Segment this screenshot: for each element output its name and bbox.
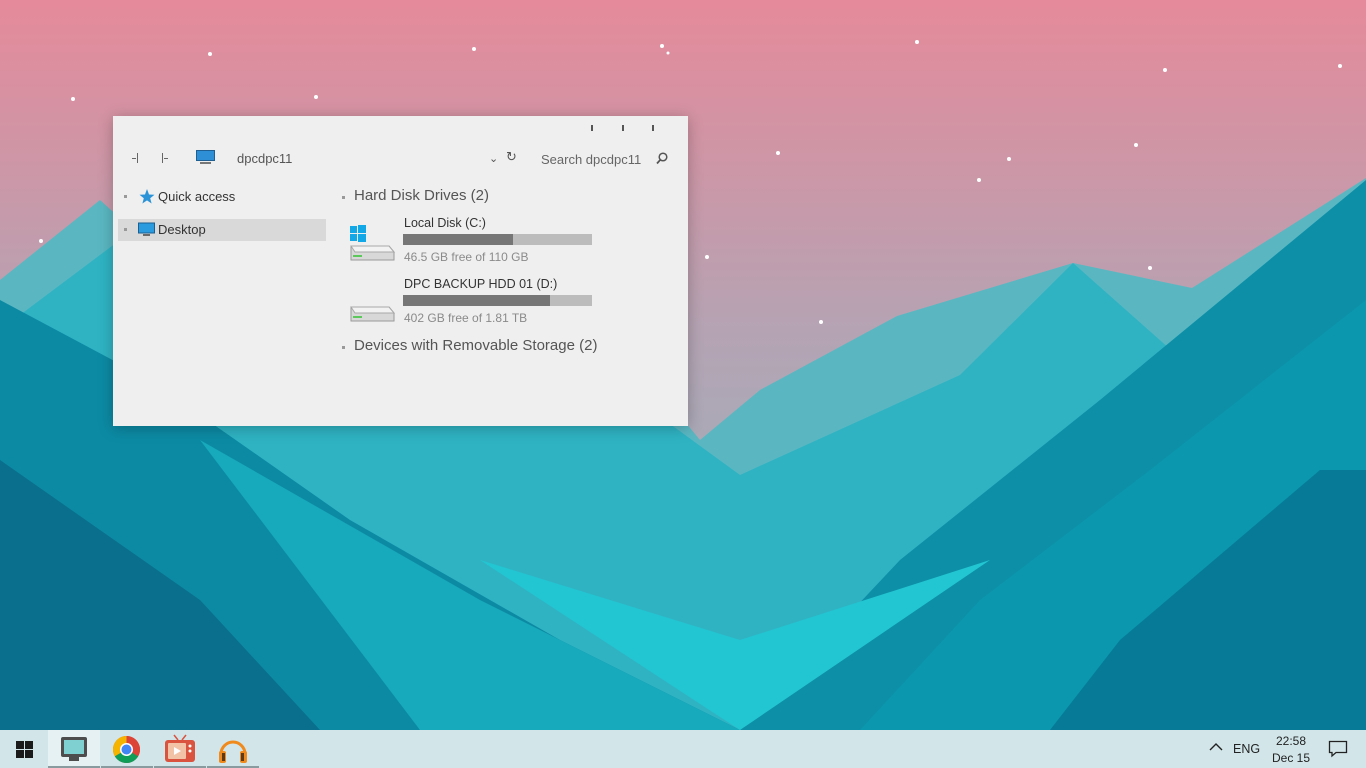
- search-input[interactable]: Search dpcdpc11: [541, 152, 641, 167]
- chrome-icon: [112, 736, 141, 764]
- taskbar-app-media-player[interactable]: [154, 730, 206, 768]
- hard-drive-icon: [350, 306, 395, 322]
- language-indicator[interactable]: ENG: [1233, 742, 1260, 756]
- nav-item-label: Quick access: [158, 189, 236, 204]
- clock[interactable]: 22:58 Dec 15: [1266, 733, 1316, 767]
- close-button[interactable]: [646, 123, 660, 133]
- nav-item-label: Desktop: [158, 222, 206, 237]
- taskbar: ENG 22:58 Dec 15: [0, 730, 1366, 768]
- start-button[interactable]: [16, 741, 33, 758]
- chevron-down-icon[interactable]: ⌄: [489, 152, 498, 165]
- maximize-button[interactable]: [616, 123, 630, 133]
- forward-button[interactable]: [155, 149, 173, 167]
- windows-drive-icon: [350, 225, 395, 261]
- drive-free-space: 46.5 GB free of 110 GB: [404, 250, 529, 264]
- nav-item-desktop[interactable]: Desktop: [118, 219, 326, 241]
- desktop-icon: [138, 222, 155, 236]
- taskbar-app-music[interactable]: [207, 730, 259, 768]
- refresh-icon[interactable]: ↻: [506, 150, 517, 165]
- notification-center-icon[interactable]: [1328, 740, 1348, 758]
- file-explorer-window: dpcdpc11 ⌄ ↻ Search dpcdpc11 Quick acces…: [113, 116, 688, 426]
- expand-icon[interactable]: [124, 228, 127, 231]
- drive-name: DPC BACKUP HDD 01 (D:): [404, 277, 558, 291]
- back-arrow-icon: [131, 157, 136, 159]
- drive-item-d[interactable]: DPC BACKUP HDD 01 (D:) 402 GB free of 1.…: [349, 277, 609, 329]
- expand-icon: [342, 346, 345, 349]
- drive-usage-bar: [403, 234, 592, 245]
- minimize-button[interactable]: [585, 123, 599, 133]
- back-button[interactable]: [126, 149, 144, 167]
- forward-arrow-icon: [163, 157, 168, 159]
- drive-item-c[interactable]: Local Disk (C:) 46.5 GB free of 110 GB: [349, 216, 609, 268]
- navigation-pane: Quick access Desktop: [118, 186, 326, 241]
- drive-name: Local Disk (C:): [404, 216, 486, 230]
- drive-free-space: 402 GB free of 1.81 TB: [404, 311, 528, 325]
- expand-icon[interactable]: [124, 195, 127, 198]
- drive-usage-bar: [403, 295, 592, 306]
- clock-time: 22:58: [1275, 734, 1307, 748]
- chevron-up-icon[interactable]: [1209, 742, 1223, 752]
- taskbar-app-file-explorer[interactable]: [48, 730, 100, 768]
- headphones-icon: [219, 740, 247, 763]
- drive-usage-fill: [403, 234, 513, 245]
- search-icon[interactable]: [656, 152, 668, 165]
- media-player-icon: [165, 734, 195, 762]
- taskbar-app-chrome[interactable]: [101, 730, 153, 768]
- windows-logo-icon: [16, 741, 24, 749]
- drive-usage-fill: [403, 295, 551, 306]
- address-bar[interactable]: dpcdpc11: [237, 151, 292, 166]
- file-explorer-icon: [61, 737, 87, 761]
- this-pc-icon: [196, 150, 215, 165]
- collapse-icon: [342, 196, 345, 199]
- star-icon: [139, 189, 155, 204]
- nav-item-quick-access[interactable]: Quick access: [118, 186, 326, 208]
- clock-date: Dec 15: [1271, 751, 1311, 765]
